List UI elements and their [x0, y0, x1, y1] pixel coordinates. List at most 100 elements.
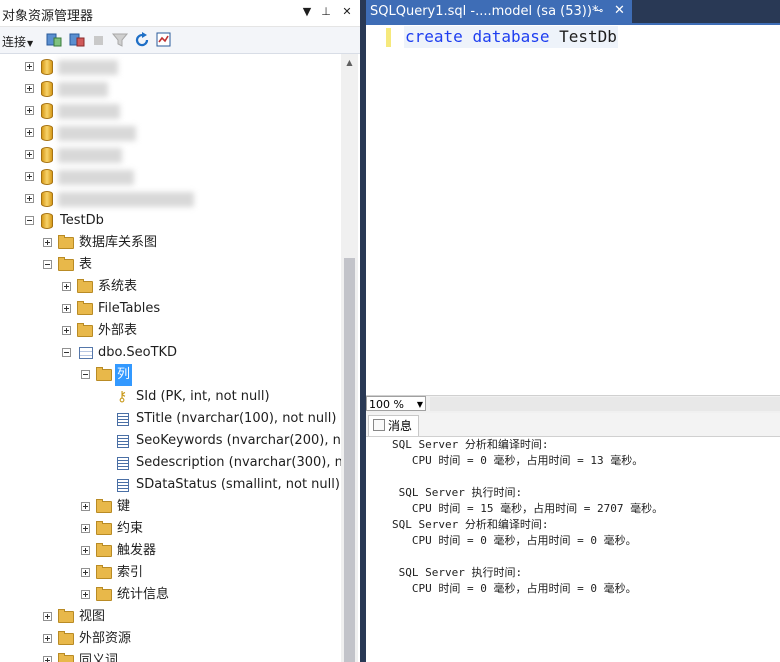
tree-node-database[interactable]: [0, 122, 300, 144]
close-icon[interactable]: ✕: [340, 4, 354, 20]
activity-monitor-icon[interactable]: [155, 31, 173, 49]
object-explorer-toolbar: 连接▼: [0, 27, 360, 54]
folder-icon: [77, 323, 93, 337]
editor-horizontal-scrollbar[interactable]: [430, 397, 780, 411]
tree-node-external-resources[interactable]: 外部资源: [0, 628, 300, 650]
redacted-name: [58, 148, 122, 163]
tree-node-constraints[interactable]: 约束: [0, 518, 300, 540]
primary-key-icon: ⚷: [117, 389, 128, 405]
editor-zoom-bar: 100 % ▼: [366, 395, 780, 413]
tree-node-column[interactable]: SDataStatus (smallint, not null): [0, 474, 341, 496]
object-explorer-panel: 对象资源管理器 ▼ ⊥ ✕ 连接▼ TestDb 数据库关系图 表 系统表 Fi…: [0, 0, 360, 662]
tree-node-database[interactable]: [0, 56, 300, 78]
database-icon: [41, 59, 53, 75]
folder-icon: [77, 279, 93, 293]
auto-hide-pin-icon[interactable]: ⊥: [319, 4, 333, 20]
tree-node-indexes[interactable]: 索引: [0, 562, 300, 584]
folder-icon: [58, 257, 74, 271]
tree-node-column[interactable]: ⚷ SId (PK, int, not null): [0, 386, 341, 408]
tree-node-views[interactable]: 视图: [0, 606, 300, 628]
tab-messages[interactable]: 消息: [368, 415, 420, 436]
folder-icon: [96, 565, 112, 579]
tree-node-testdb[interactable]: TestDb: [0, 210, 300, 232]
code-line[interactable]: create database TestDb: [404, 26, 618, 48]
redacted-name: [58, 192, 194, 207]
database-icon: [41, 213, 53, 229]
refresh-icon[interactable]: [133, 31, 151, 49]
database-icon: [41, 147, 53, 163]
pin-tab-icon[interactable]: ⊸: [594, 4, 603, 17]
database-icon: [41, 191, 53, 207]
tree-node-database[interactable]: [0, 78, 300, 100]
tab-sqlquery1[interactable]: SQLQuery1.sql -....model (sa (53))* ⊸ ✕: [366, 0, 632, 24]
tree-node-system-tables[interactable]: 系统表: [0, 276, 300, 298]
message-line: CPU 时间 = 0 毫秒，占用时间 = 0 毫秒。: [392, 582, 637, 595]
scrollbar-thumb[interactable]: [344, 258, 355, 662]
zoom-dropdown[interactable]: 100 % ▼: [366, 396, 426, 411]
disconnect-icon[interactable]: [68, 31, 86, 49]
tree-node-diagrams[interactable]: 数据库关系图: [0, 232, 300, 254]
editor-tab-title: SQLQuery1.sql -....model (sa (53))*: [370, 4, 599, 19]
message-line: SQL Server 执行时间:: [392, 486, 523, 499]
changed-line-marker: [386, 28, 391, 47]
column-icon: [117, 457, 129, 470]
tree-node-external-tables[interactable]: 外部表: [0, 320, 300, 342]
database-icon: [41, 81, 53, 97]
message-line: CPU 时间 = 0 毫秒，占用时间 = 0 毫秒。: [392, 534, 637, 547]
folder-icon: [77, 301, 93, 315]
tree-node-synonyms[interactable]: 同义词: [0, 650, 300, 662]
folder-icon: [58, 631, 74, 645]
message-line: SQL Server 分析和编译时间:: [392, 518, 549, 531]
results-tabs: 消息: [366, 413, 780, 437]
folder-icon: [96, 543, 112, 557]
scroll-up-icon[interactable]: ▲: [341, 54, 358, 71]
tree-node-database[interactable]: [0, 100, 300, 122]
folder-icon: [58, 235, 74, 249]
sql-editor[interactable]: create database TestDb: [366, 25, 780, 395]
connect-server-icon[interactable]: [45, 31, 63, 49]
results-pane: 消息 SQL Server 分析和编译时间: CPU 时间 = 0 毫秒，占用时…: [366, 413, 780, 662]
table-icon: [79, 347, 93, 359]
tree-node-table-seotkd[interactable]: dbo.SeoTKD: [0, 342, 300, 364]
database-icon: [41, 103, 53, 119]
tree-node-database[interactable]: [0, 144, 300, 166]
database-icon: [41, 125, 53, 141]
folder-icon: [96, 587, 112, 601]
database-icon: [41, 169, 53, 185]
redacted-name: [58, 82, 108, 97]
filter-icon[interactable]: [111, 31, 129, 49]
tree-node-statistics[interactable]: 统计信息: [0, 584, 300, 606]
chevron-down-icon: ▼: [416, 400, 423, 409]
folder-icon: [96, 521, 112, 535]
tree-node-filetables[interactable]: FileTables: [0, 298, 300, 320]
tree-node-column[interactable]: Sedescription (nvarchar(300), not: [0, 452, 341, 474]
object-explorer-title: 对象资源管理器: [2, 9, 94, 24]
tree-vertical-scrollbar[interactable]: ▲: [341, 54, 358, 662]
tree-node-triggers[interactable]: 触发器: [0, 540, 300, 562]
tree-node-column[interactable]: STitle (nvarchar(100), not null): [0, 408, 341, 430]
redacted-name: [58, 170, 134, 185]
message-line: SQL Server 分析和编译时间:: [392, 438, 549, 451]
close-tab-icon[interactable]: ✕: [614, 3, 625, 18]
redacted-name: [58, 60, 118, 75]
tree-node-keys[interactable]: 键: [0, 496, 300, 518]
stop-icon[interactable]: [90, 31, 108, 49]
folder-icon: [96, 499, 112, 513]
tree-node-tables[interactable]: 表: [0, 254, 300, 276]
connect-dropdown-button[interactable]: 连接▼: [2, 33, 33, 50]
object-explorer-tree: TestDb 数据库关系图 表 系统表 FileTables 外部表 dbo.S…: [0, 54, 341, 662]
folder-icon: [58, 653, 74, 662]
message-line: CPU 时间 = 15 毫秒，占用时间 = 2707 毫秒。: [392, 502, 664, 515]
collapse-icon[interactable]: [25, 216, 34, 225]
tree-node-column[interactable]: SeoKeywords (nvarchar(200), not: [0, 430, 341, 452]
tree-node-database[interactable]: [0, 166, 300, 188]
window-position-icon[interactable]: ▼: [300, 4, 314, 20]
message-line: SQL Server 执行时间:: [392, 566, 523, 579]
tree-node-database[interactable]: [0, 188, 300, 210]
redacted-name: [58, 104, 120, 119]
folder-icon: [58, 609, 74, 623]
folder-icon: [96, 367, 112, 381]
object-explorer-titlebar: 对象资源管理器 ▼ ⊥ ✕: [0, 0, 360, 27]
message-line: CPU 时间 = 0 毫秒，占用时间 = 13 毫秒。: [392, 454, 644, 467]
tree-node-columns[interactable]: 列: [0, 364, 300, 386]
